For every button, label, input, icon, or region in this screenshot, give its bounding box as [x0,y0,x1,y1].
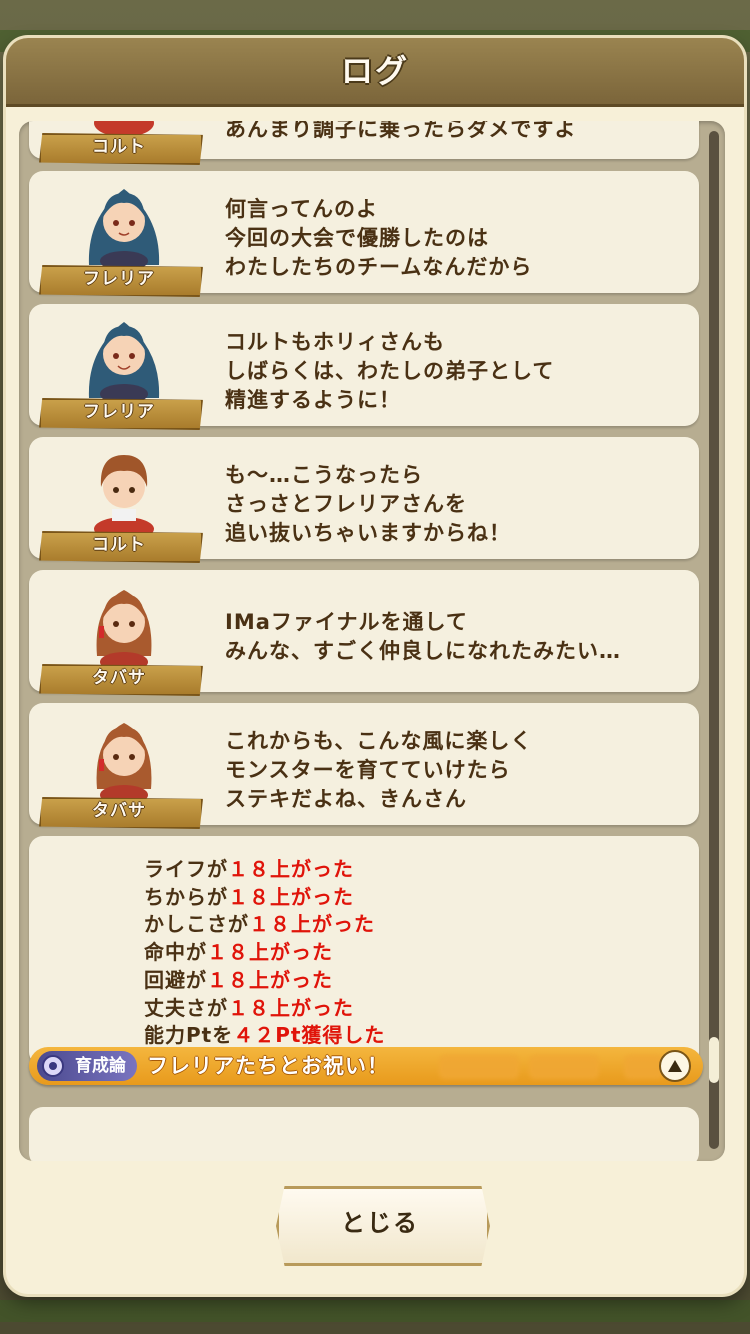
collapse-toggle-button[interactable] [659,1050,691,1082]
background-grass [0,1300,750,1322]
log-entry: タバサ これからも、こんな風に楽しく モンスターを育てていけたら ステキだよね、… [29,703,699,829]
fleria-portrait [88,322,160,400]
log-modal: ログ コルト あんまり調子に乗ったらダメですよ フレリア 何言ってんのよ 今回の… [6,38,744,1294]
dialogue-text: 何言ってんのよ 今回の大会で優勝したのは わたしたちのチームなんだから [225,197,533,279]
modal-title: ログ [340,52,409,90]
blurred-decoration [624,1055,664,1079]
event-category-badge: 育成論 [37,1051,137,1081]
speaker-name: タバサ [92,801,146,821]
log-entry: コルト あんまり調子に乗ったらダメですよ [29,121,699,165]
scrollbar-thumb[interactable] [709,1037,719,1083]
stat-line: ちからが１８上がった [144,884,354,909]
fleria-portrait [88,189,160,267]
dialogue-text: も～…こうなったら さっさとフレリアさんを 追い抜いちゃいますからね！ [225,463,511,545]
event-title: フレリアたちとお祝い！ [147,1054,389,1078]
emblem-icon [42,1055,64,1077]
log-entry: フレリア 何言ってんのよ 今回の大会で優勝したのは わたしたちのチームなんだから [29,171,699,297]
log-scroll-area[interactable]: コルト あんまり調子に乗ったらダメですよ フレリア 何言ってんのよ 今回の大会で… [19,121,725,1161]
log-entry: タバサ IMaファイナルを通して みんな、すごく仲良しになれたみたい… [29,570,699,696]
dialogue-text: これからも、こんな風に楽しく モンスターを育てていけたら ステキだよね、きんさん [225,729,533,811]
tabasa-portrait [96,723,152,799]
stat-line: 能力Ptを４２Pt獲得した [144,1023,386,1048]
tabasa-portrait [96,590,152,666]
stat-line: かしこさが１８上がった [144,912,375,937]
log-entry-partial [29,1107,699,1161]
log-entry: コルト も～…こうなったら さっさとフレリアさんを 追い抜いちゃいますからね！ [29,437,699,563]
stat-line: 命中が１８上がった [144,940,333,965]
stat-line: ライフが１８上がった [144,857,354,881]
dialogue-text: コルトもホリィさんも しばらくは、わたしの弟子として 精進するように！ [225,330,555,412]
blurred-decoration [439,1055,519,1079]
dialogue-text: IMaファイナルを通して みんな、すごく仲良しになれたみたい… [225,610,621,663]
stat-line: 回避が１８上がった [144,967,333,992]
chevron-up-icon [668,1060,682,1072]
stat-line: 丈夫さが１８上がった [144,995,354,1020]
colt-portrait [94,455,154,533]
speaker-name: タバサ [92,668,146,688]
speaker-name: コルト [92,137,146,157]
speaker-name: フレリア [83,402,155,422]
blurred-decoration [529,1055,599,1079]
dialogue-text: あんまり調子に乗ったらダメですよ [225,121,577,141]
scrollbar-track[interactable] [709,131,719,1149]
event-header-bar[interactable]: 育成論 フレリアたちとお祝い！ [29,1047,703,1085]
close-button-label[interactable]: とじる [276,1186,484,1260]
stat-gain-list: ライフが１８上がった ちからが１８上がった かしこさが１８上がった 命中が１８上… [144,856,385,1050]
speaker-name: コルト [92,535,146,555]
log-entry: フレリア コルトもホリィさんも しばらくは、わたしの弟子として 精進するように！ [29,304,699,430]
stat-gain-card: ライフが１８上がった ちからが１８上がった かしこさが１８上がった 命中が１８上… [29,836,699,1066]
speaker-name: フレリア [83,269,155,289]
